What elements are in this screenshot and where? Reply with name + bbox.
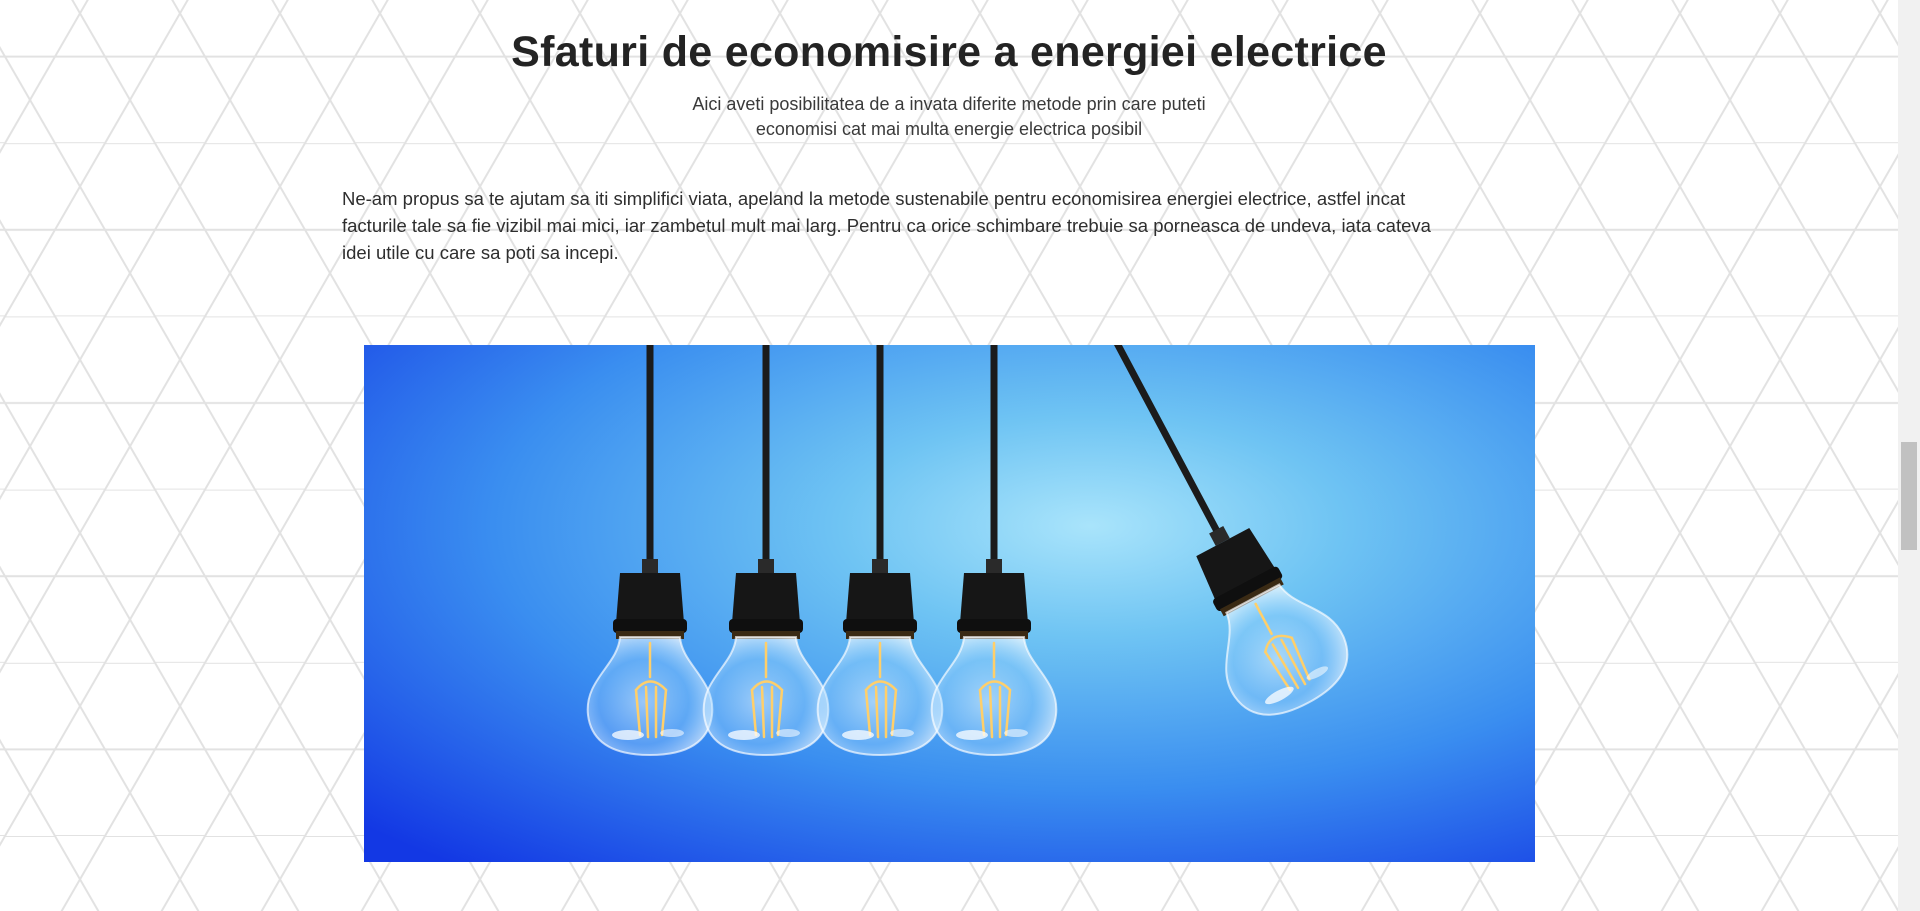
subtitle-line-2: economisi cat mai multa energie electric… — [755, 119, 1143, 139]
intro-line-2: facturile tale sa fie vizibil mai mici, … — [342, 215, 1431, 236]
page-scrollbar[interactable] — [1898, 0, 1920, 911]
subtitle-line-1: Aici aveti posibilitatea de a invata dif… — [692, 94, 1206, 114]
scrollbar-thumb[interactable] — [1901, 442, 1917, 550]
intro-line-3: idei utile cu care sa poti sa incepi. — [342, 242, 619, 263]
energy-tips-section: Sfaturi de economisire a energiei electr… — [0, 0, 1898, 911]
intro-line-1: Ne-am propus sa te ajutam sa iti simplif… — [342, 188, 1406, 209]
intro-paragraph: Ne-am propus sa te ajutam sa iti simplif… — [342, 185, 1556, 266]
section-subtitle: Aici aveti posibilitatea de a invata dif… — [649, 92, 1249, 142]
section-title: Sfaturi de economisire a energiei electr… — [511, 28, 1387, 76]
light-bulbs-image — [364, 345, 1535, 862]
